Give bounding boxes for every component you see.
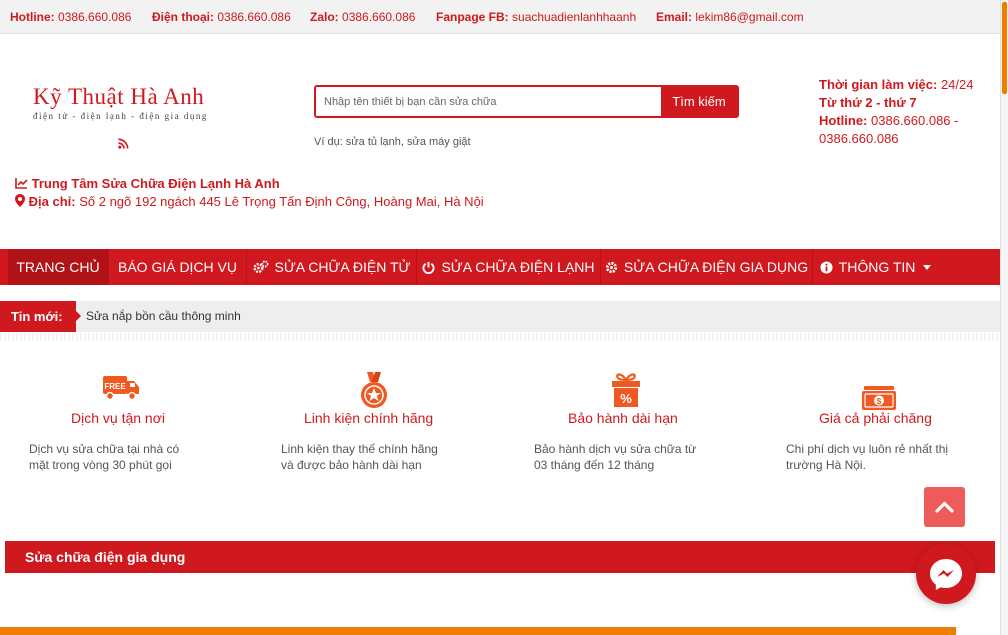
feature-desc-line-2: mặt trong vòng 30 phút gọi (29, 458, 172, 472)
topbar-phone-value: 0386.660.086 (217, 10, 291, 24)
topbar-hotline-label: Hotline: (10, 10, 55, 24)
feature-desc: Bảo hành dịch vụ sửa chữa từ 03 tháng đế… (534, 441, 696, 473)
search-form: Tìm kiếm (314, 85, 739, 118)
feature-title: Dịch vụ tận nơi (71, 410, 166, 426)
rss-icon[interactable] (118, 136, 129, 154)
divider-band (0, 333, 1000, 341)
center-name: Trung Tâm Sửa Chữa Điện Lạnh Hà Anh (31, 176, 280, 191)
bottom-gap (956, 627, 1000, 635)
address-label: Địa chỉ: (28, 194, 76, 209)
nav-info-label: THÔNG TIN (838, 259, 916, 275)
search-input[interactable] (316, 87, 663, 116)
logo-subtitle: điện tử - điện lạnh - điện gia dụng (33, 111, 208, 121)
messenger-chat-button[interactable] (916, 544, 976, 604)
nav-home[interactable]: TRANG CHỦ (8, 249, 109, 285)
ticker-news-link[interactable]: Sửa nắp bồn cầu thông minh (86, 301, 241, 332)
nav-info-dropdown[interactable]: THÔNG TIN (813, 249, 938, 285)
feature-desc-line-1: Bảo hành dịch vụ sửa chữa từ (534, 442, 697, 456)
logo-title: Kỹ Thuật Hà Anh (33, 84, 205, 109)
topbar-fanpage-label: Fanpage FB: (436, 10, 509, 24)
topbar-phone-label: Điện thoại: (152, 10, 214, 24)
topbar-zalo-value: 0386.660.086 (342, 10, 416, 24)
feature-title: Linh kiện chính hãng (304, 410, 434, 426)
nav-appliance-repair[interactable]: SỬA CHỮA ĐIỆN GIA DỤNG (601, 249, 813, 285)
power-icon (422, 261, 435, 275)
nav-home-label: TRANG CHỦ (16, 259, 100, 275)
scrollbar-thumb[interactable] (1002, 2, 1007, 94)
topbar-fanpage-value: suachuadienlanhhaanh (512, 10, 637, 24)
topbar-hotline-value: 0386.660.086 (58, 10, 132, 24)
hours-value: 24/24 (940, 77, 974, 92)
nav-electronics-label: SỬA CHỮA ĐIỆN TỬ (274, 259, 411, 275)
feature-desc-line-1: Dịch vụ sửa chữa tại nhà có (29, 442, 180, 456)
svg-text:%: % (620, 391, 632, 406)
feature-desc: Linh kiện thay thế chính hãng và được bả… (281, 441, 438, 473)
back-to-top-button[interactable] (924, 487, 965, 527)
section-header-appliance-repair[interactable]: Sửa chữa điện gia dụng (5, 541, 995, 573)
hotline-value-2[interactable]: 0386.660.086 (819, 131, 899, 146)
search-hint: Ví dụ: sửa tủ lạnh, sửa máy giặt (314, 136, 471, 148)
chart-line-icon (15, 176, 28, 191)
nav-pricing[interactable]: BÁO GIÁ DỊCH VỤ (109, 249, 247, 285)
gear-icon (605, 261, 617, 274)
feature-title: Giá cả phải chăng (819, 410, 932, 426)
site-logo[interactable]: Kỹ Thuật Hà Anh điện tử - điện lạnh - đi… (33, 84, 208, 121)
topbar-email[interactable]: Email: lekim86@gmail.com (656, 10, 804, 24)
topbar-fanpage[interactable]: Fanpage FB: suachuadienlanhhaanh (436, 10, 636, 24)
work-days: Từ thứ 2 - thứ 7 (819, 95, 917, 110)
page-scrollbar[interactable] (1000, 0, 1008, 635)
center-info: Trung Tâm Sửa Chữa Điện Lạnh Hà Anh Địa … (15, 175, 484, 211)
chevron-up-icon (935, 501, 954, 513)
messenger-icon (930, 559, 962, 590)
medal-icon (359, 372, 389, 415)
feature-desc-line-1: Linh kiện thay thế chính hãng (281, 442, 438, 456)
address-text: Số 2 ngõ 192 ngách 445 Lê Trọng Tấn Định… (79, 194, 484, 209)
info-icon (820, 261, 833, 274)
feature-desc-line-2: và được bảo hành dài hạn (281, 458, 422, 472)
feature-desc-line-2: trường Hà Nội. (786, 458, 866, 472)
gift-percent-icon: % (611, 372, 641, 413)
map-marker-icon (15, 194, 25, 209)
svg-text:$: $ (877, 397, 882, 406)
hotline-label: Hotline: (819, 113, 868, 128)
main-navbar: TRANG CHỦ BÁO GIÁ DỊCH VỤ SỬA CHỮA ĐIỆN … (0, 249, 1000, 285)
nav-refrigeration-repair[interactable]: SỬA CHỮA ĐIỆN LẠNH (417, 249, 601, 285)
free-delivery-truck-icon: FREE (102, 372, 140, 407)
feature-desc: Dịch vụ sửa chữa tại nhà có mặt trong vò… (29, 441, 179, 473)
nav-refrigeration-label: SỬA CHỮA ĐIỆN LẠNH (441, 259, 595, 275)
topbar-phone[interactable]: Điện thoại: 0386.660.086 (152, 10, 291, 24)
topbar-email-label: Email: (656, 10, 693, 24)
feature-desc: Chi phí dịch vụ luôn rẻ nhất thị trường … (786, 441, 948, 473)
ticker-arrow (76, 311, 81, 321)
topbar-email-value: lekim86@gmail.com (695, 10, 804, 24)
feature-desc-line-1: Chi phí dịch vụ luôn rẻ nhất thị (786, 442, 949, 456)
hours-label: Thời gian làm việc: (819, 77, 938, 92)
nav-pricing-label: BÁO GIÁ DỊCH VỤ (117, 259, 238, 275)
topbar-hotline[interactable]: Hotline: 0386.660.086 (10, 10, 131, 24)
topbar-zalo[interactable]: Zalo: 0386.660.086 (310, 10, 415, 24)
gears-icon (253, 260, 268, 273)
bottom-accent-line (0, 627, 1000, 635)
svg-text:FREE: FREE (104, 382, 126, 391)
feature-title: Bảo hành dài hạn (568, 410, 678, 426)
nav-electronics-repair[interactable]: SỬA CHỮA ĐIỆN TỬ (247, 249, 417, 285)
topbar-zalo-label: Zalo: (310, 10, 339, 24)
working-hours-block: Thời gian làm việc: 24/24 Từ thứ 2 - thứ… (819, 76, 994, 148)
ticker-label: Tin mới: (0, 301, 76, 332)
feature-desc-line-2: 03 tháng đến 12 tháng (534, 458, 655, 472)
caret-down-icon (923, 265, 932, 270)
top-contact-bar: Hotline: 0386.660.086 Điện thoại: 0386.6… (0, 0, 1000, 34)
hotline-value[interactable]: 0386.660.086 - (871, 113, 958, 128)
search-button[interactable]: Tìm kiếm (661, 87, 737, 116)
news-ticker: Tin mới: Sửa nắp bồn cầu thông minh (0, 301, 1000, 332)
nav-appliance-label: SỬA CHỮA ĐIỆN GIA DỤNG (623, 259, 809, 275)
